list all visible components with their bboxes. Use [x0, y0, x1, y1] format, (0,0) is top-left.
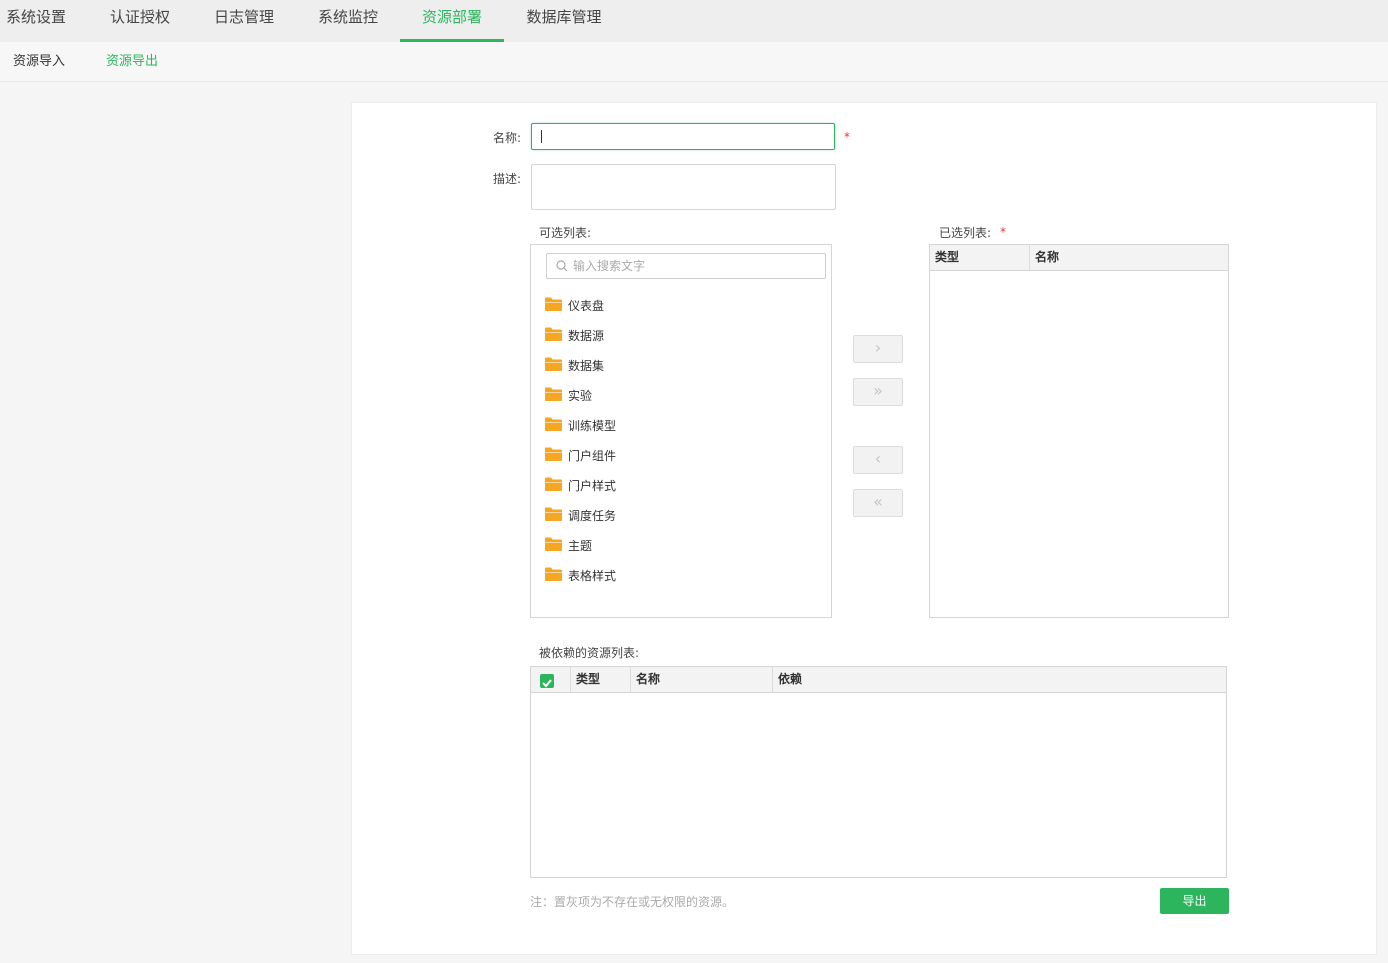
column-header-dependency[interactable]: 依赖	[773, 667, 1226, 692]
tree-item-experiment[interactable]: 实验	[545, 385, 665, 405]
tree-item-portal-style[interactable]: 门户样式	[545, 475, 665, 495]
folder-icon	[545, 567, 562, 581]
subnav-resource-import[interactable]: 资源导入	[13, 42, 65, 82]
description-field[interactable]	[531, 164, 836, 210]
tree-item-table-style[interactable]: 表格样式	[545, 565, 665, 585]
tree-item-trained-model[interactable]: 训练模型	[545, 415, 665, 435]
folder-icon	[545, 537, 562, 551]
name-label: 名称:	[493, 131, 522, 145]
tab-monitor[interactable]: 系统监控	[312, 0, 384, 42]
tree-item-label: 门户组件	[568, 449, 617, 463]
tree-item-label: 调度任务	[568, 509, 617, 523]
selected-list: 类型 名称	[929, 244, 1229, 618]
folder-icon	[545, 327, 562, 341]
tree-item-label: 主题	[568, 539, 593, 553]
check-icon	[542, 679, 552, 688]
search-box[interactable]	[546, 253, 826, 279]
folder-icon	[545, 297, 562, 311]
tab-system-settings[interactable]: 系统设置	[0, 0, 72, 42]
name-input[interactable]	[531, 123, 835, 150]
remove-selected-button[interactable]: ‹	[853, 446, 903, 474]
subnav-resource-export[interactable]: 资源导出	[106, 42, 158, 82]
search-icon	[556, 260, 568, 272]
column-header-type[interactable]: 类型	[930, 245, 1030, 270]
tab-database[interactable]: 数据库管理	[520, 0, 608, 42]
tree-item-dataset[interactable]: 数据集	[545, 355, 665, 375]
tree-item-label: 训练模型	[568, 419, 617, 433]
add-selected-button[interactable]: ›	[853, 335, 903, 363]
tree-item-datasource[interactable]: 数据源	[545, 325, 665, 345]
column-header-type[interactable]: 类型	[571, 667, 631, 692]
sub-nav: 资源导入 资源导出	[0, 42, 1388, 82]
folder-icon	[545, 357, 562, 371]
folder-icon	[545, 477, 562, 491]
tree-item-dashboard[interactable]: 仪表盘	[545, 295, 665, 315]
selected-required-mark: *	[1000, 225, 1006, 239]
tree-item-label: 表格样式	[568, 569, 617, 583]
available-list-title: 可选列表:	[539, 226, 592, 240]
column-header-name[interactable]: 名称	[631, 667, 773, 692]
tree-item-label: 门户样式	[568, 479, 617, 493]
footnote: 注：置灰项为不存在或无权限的资源。	[530, 895, 735, 909]
selected-list-title: 已选列表:	[939, 226, 992, 240]
search-input[interactable]	[573, 254, 823, 278]
available-list: 仪表盘 数据源 数据集 实验 训练模型 门户组件 门户样式 调度任务	[530, 244, 832, 618]
add-all-button[interactable]: »	[853, 378, 903, 406]
text-cursor	[541, 130, 542, 143]
dependency-list-title: 被依赖的资源列表:	[539, 646, 640, 660]
selected-table-header: 类型 名称	[930, 245, 1228, 271]
tab-auth[interactable]: 认证授权	[104, 0, 176, 42]
folder-icon	[545, 417, 562, 431]
tree-item-scheduled-task[interactable]: 调度任务	[545, 505, 665, 525]
export-button[interactable]: 导出	[1160, 888, 1229, 914]
top-nav: 系统设置 认证授权 日志管理 系统监控 资源部署 数据库管理	[0, 0, 1388, 42]
dependency-table-header: 类型 名称 依赖	[531, 667, 1226, 693]
dependency-table: 类型 名称 依赖	[530, 666, 1227, 878]
select-all-cell	[531, 667, 571, 692]
tree-item-portal-component[interactable]: 门户组件	[545, 445, 665, 465]
tree-item-label: 数据集	[568, 359, 605, 373]
column-header-name[interactable]: 名称	[1030, 245, 1228, 270]
tree-item-label: 仪表盘	[568, 299, 605, 313]
folder-icon	[545, 447, 562, 461]
tab-logs[interactable]: 日志管理	[208, 0, 280, 42]
folder-icon	[545, 507, 562, 521]
select-all-checkbox[interactable]	[540, 674, 554, 688]
desc-label: 描述:	[493, 172, 522, 186]
tab-resource-deploy[interactable]: 资源部署	[400, 0, 504, 42]
remove-all-button[interactable]: «	[853, 489, 903, 517]
export-panel: 名称: * 描述: 可选列表: 已选列表: * 仪表盘 数据源 数据集	[351, 102, 1377, 955]
tree-item-label: 实验	[568, 389, 593, 403]
tree-item-theme[interactable]: 主题	[545, 535, 665, 555]
name-required-mark: *	[844, 130, 850, 144]
folder-icon	[545, 387, 562, 401]
tree-item-label: 数据源	[568, 329, 605, 343]
